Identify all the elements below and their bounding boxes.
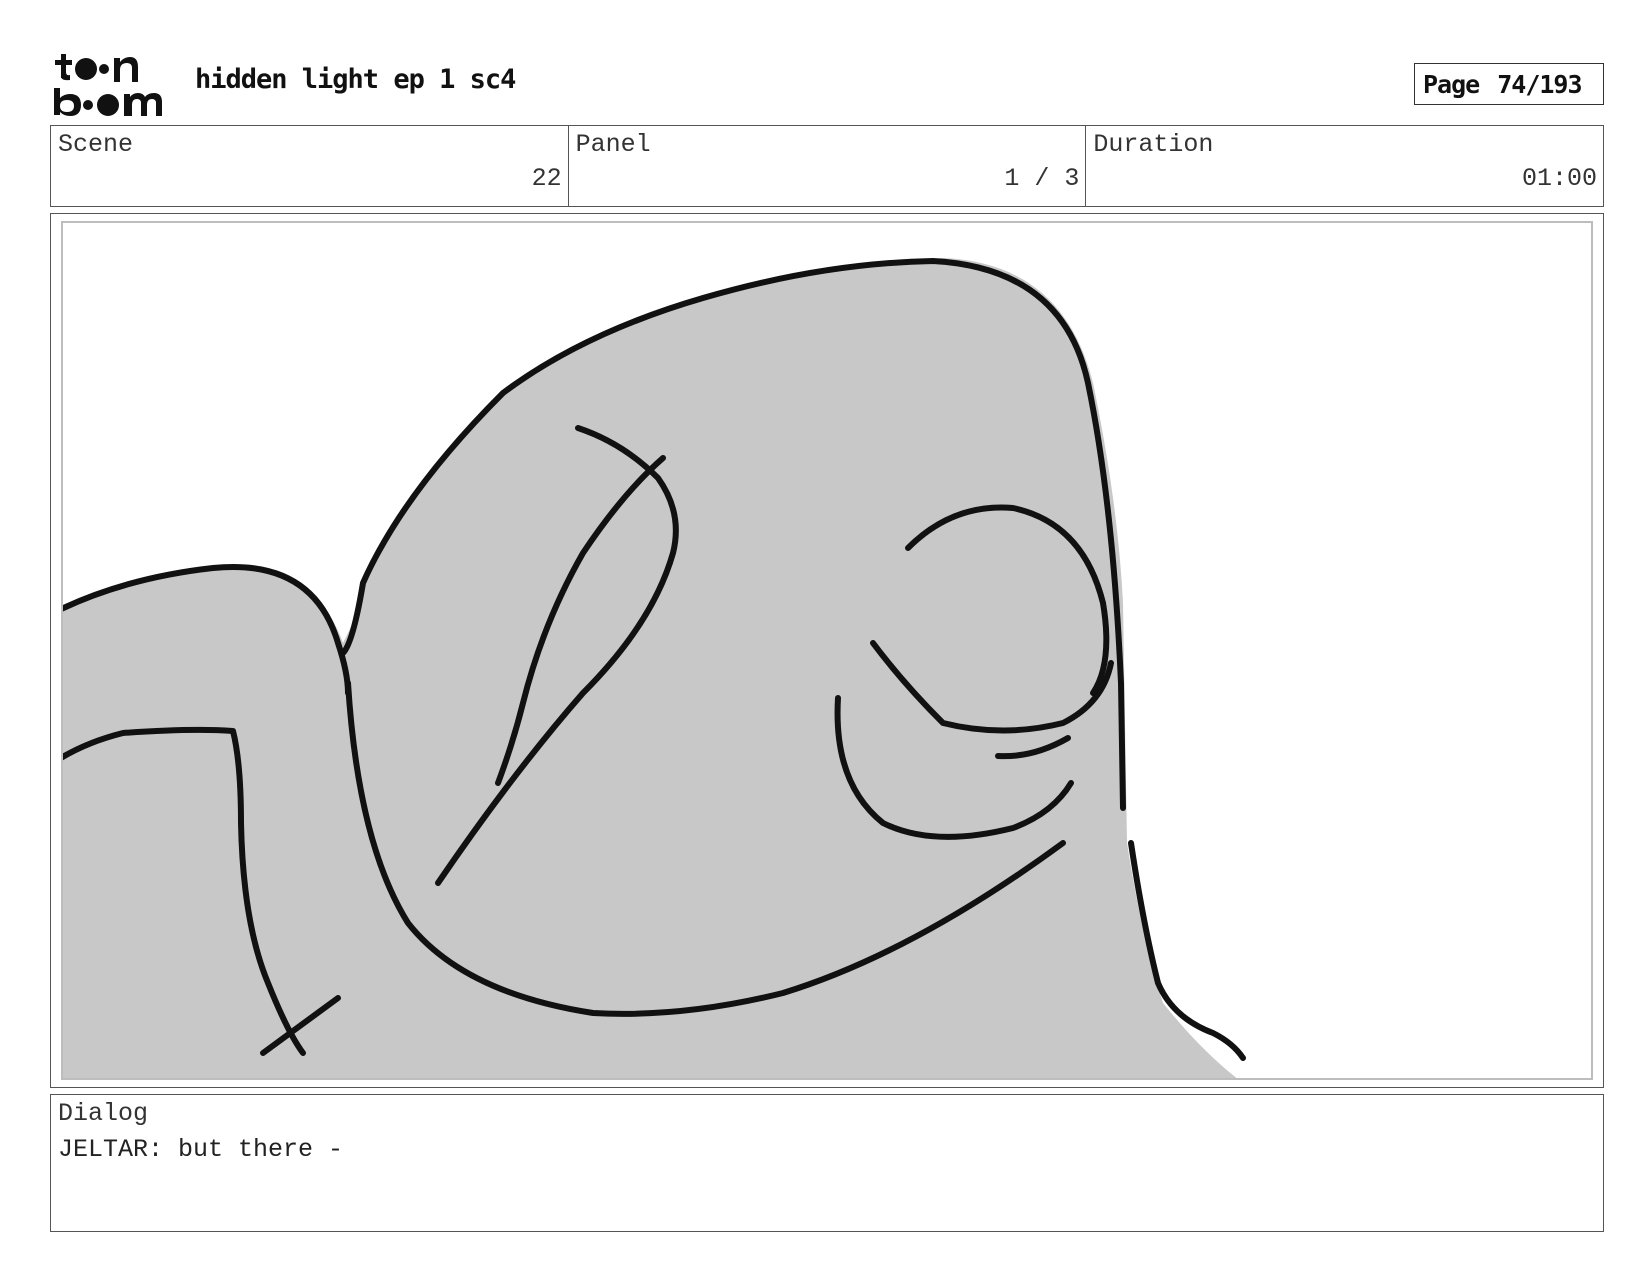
duration-cell: Duration 01:00 <box>1086 126 1603 206</box>
page-number: 74/193 <box>1497 69 1582 99</box>
panel-cell: Panel 1 / 3 <box>569 126 1087 206</box>
panel-value: 1 / 3 <box>1004 164 1080 193</box>
page-label: Page <box>1423 69 1480 99</box>
dialog-label: Dialog <box>58 1099 149 1128</box>
info-row: Scene 22 Panel 1 / 3 Duration 01:00 <box>50 125 1604 207</box>
dialog-text: JELTAR: but there - <box>58 1135 344 1164</box>
figure-fill <box>63 258 1237 1078</box>
duration-label: Duration <box>1093 130 1214 159</box>
panel-label: Panel <box>575 130 651 159</box>
scene-cell: Scene 22 <box>51 126 569 206</box>
storyboard-panel-image <box>61 221 1593 1080</box>
page-indicator: Page 74/193 <box>1414 63 1604 105</box>
dialog-box: Dialog JELTAR: but there - <box>50 1094 1604 1232</box>
document-title: hidden light ep 1 sc4 <box>195 64 516 95</box>
duration-value: 01:00 <box>1522 164 1598 193</box>
toon-boom-logo <box>54 54 162 116</box>
scene-label: Scene <box>58 130 134 159</box>
sketch-drawing <box>63 258 1246 1078</box>
scene-value: 22 <box>531 164 562 193</box>
